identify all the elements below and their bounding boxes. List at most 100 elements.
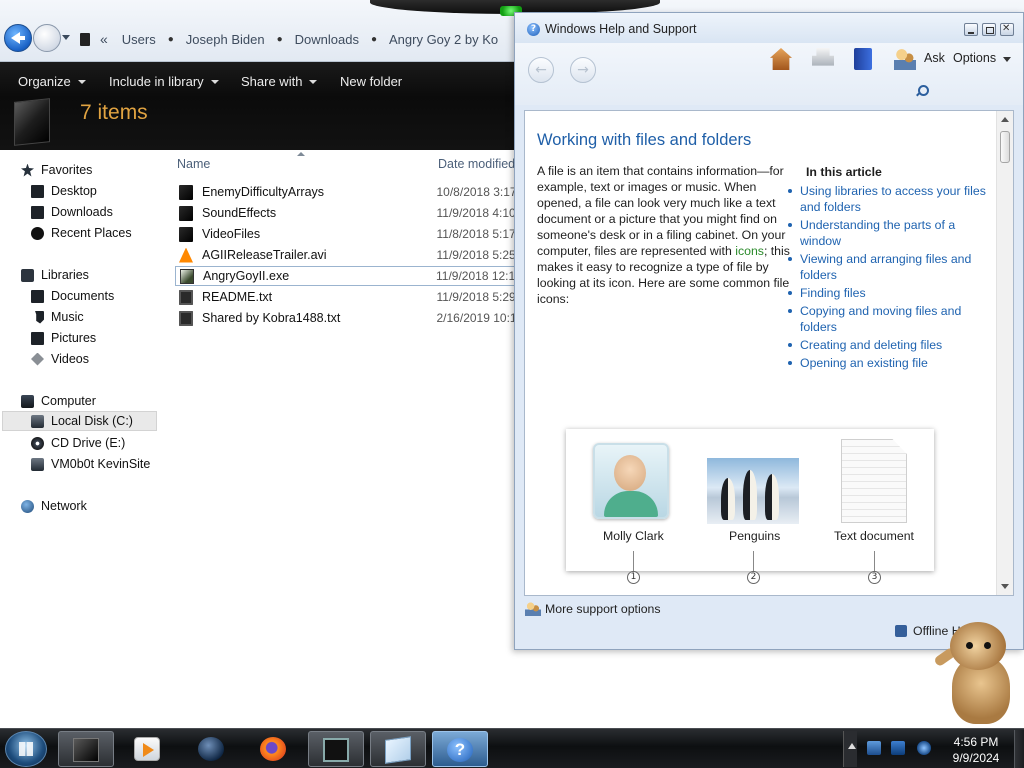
nav-videos[interactable]: Videos bbox=[31, 349, 89, 369]
taskbar-help-and-support[interactable]: ? bbox=[432, 731, 488, 767]
file-row[interactable]: EnemyDifficultyArrays 10/8/2018 3:17 bbox=[175, 182, 515, 202]
nav-network-share[interactable]: VM0b0t KevinSite bbox=[31, 454, 150, 474]
article-body: A file is an item that contains informat… bbox=[537, 163, 795, 307]
hamster-desktop-pet[interactable] bbox=[932, 618, 1022, 726]
forward-button[interactable] bbox=[33, 24, 61, 52]
chevron-down-icon bbox=[210, 79, 219, 84]
breadcrumb-users[interactable]: Users bbox=[122, 32, 156, 47]
help-titlebar[interactable]: ? Windows Help and Support bbox=[515, 13, 1023, 43]
show-desktop-button[interactable] bbox=[1014, 730, 1024, 768]
toc-link[interactable]: Opening an existing file bbox=[788, 355, 998, 371]
clock-time[interactable]: 4:56 PM bbox=[951, 735, 1001, 749]
text-file-icon bbox=[179, 310, 193, 326]
file-row[interactable]: Shared by Kobra1488.txt 2/16/2019 10:1 bbox=[175, 308, 515, 328]
article-scrollbar[interactable] bbox=[996, 111, 1013, 595]
contact-file-icon bbox=[593, 443, 669, 519]
file-row-selected[interactable]: AngryGoyII.exe 11/9/2018 12:1 bbox=[175, 266, 515, 286]
minimize-button[interactable] bbox=[964, 23, 978, 36]
callout-number: 3 bbox=[868, 571, 881, 584]
file-name: SoundEffects bbox=[202, 206, 277, 220]
nav-documents[interactable]: Documents bbox=[31, 286, 114, 306]
taskbar-browser[interactable] bbox=[184, 731, 240, 767]
help-forward-button[interactable]: → bbox=[570, 57, 596, 83]
show-hidden-icons-arrow[interactable] bbox=[848, 743, 856, 749]
column-header-date-modified[interactable]: Date modified bbox=[438, 157, 515, 171]
toc-link[interactable]: Copying and moving files and folders bbox=[788, 303, 998, 335]
taskbar-window[interactable] bbox=[308, 731, 364, 767]
toc-link[interactable]: Creating and deleting files bbox=[788, 337, 998, 353]
tray-display-icon[interactable] bbox=[891, 741, 905, 755]
breadcrumb-overflow[interactable]: « bbox=[100, 31, 108, 47]
toc-link[interactable]: Using libraries to access your files and… bbox=[788, 183, 998, 215]
media-player-icon bbox=[134, 737, 160, 761]
start-button[interactable] bbox=[5, 731, 47, 767]
file-row[interactable]: AGIIReleaseTrailer.avi 11/9/2018 5:25 bbox=[175, 245, 515, 265]
ask-icon[interactable] bbox=[894, 48, 916, 70]
callout-line bbox=[633, 551, 634, 571]
nav-network[interactable]: Network bbox=[21, 496, 87, 516]
close-button[interactable] bbox=[1000, 23, 1014, 36]
chevron-down-icon[interactable] bbox=[1003, 57, 1011, 62]
nav-desktop[interactable]: Desktop bbox=[31, 181, 97, 201]
nav-favorites[interactable]: Favorites bbox=[21, 160, 92, 180]
nav-local-disk[interactable]: Local Disk (C:) bbox=[2, 411, 157, 431]
desktop-icon bbox=[31, 184, 44, 198]
column-header-name[interactable]: Name bbox=[177, 157, 210, 171]
organize-button[interactable]: Organize bbox=[18, 74, 86, 89]
taskbar-media-player[interactable] bbox=[120, 731, 176, 767]
more-support-options-link[interactable]: More support options bbox=[525, 602, 661, 616]
nav-cd-drive[interactable]: CD Drive (E:) bbox=[31, 433, 125, 453]
search-icon[interactable] bbox=[915, 85, 929, 98]
file-row[interactable]: VideoFiles 11/8/2018 5:17 bbox=[175, 224, 515, 244]
icons-link[interactable]: icons bbox=[735, 244, 764, 258]
scrollbar-thumb[interactable] bbox=[1000, 131, 1010, 163]
taskbar-explorer[interactable] bbox=[58, 731, 114, 767]
star-icon bbox=[21, 163, 34, 177]
nav-pictures[interactable]: Pictures bbox=[31, 328, 96, 348]
include-in-library-button[interactable]: Include in library bbox=[109, 74, 219, 89]
new-folder-button[interactable]: New folder bbox=[340, 74, 402, 89]
breadcrumb[interactable]: « Users ● Joseph Biden ● Downloads ● Ang… bbox=[80, 30, 510, 48]
icon-label: Molly Clark bbox=[603, 529, 664, 543]
nav-recent-places[interactable]: Recent Places bbox=[31, 223, 132, 243]
clock-date[interactable]: 9/9/2024 bbox=[946, 751, 1006, 765]
taskbar-notes[interactable] bbox=[370, 731, 426, 767]
maximize-button[interactable] bbox=[982, 23, 996, 36]
share-with-button[interactable]: Share with bbox=[241, 74, 318, 89]
folder-icon bbox=[179, 226, 193, 242]
nav-computer[interactable]: Computer bbox=[21, 391, 96, 411]
penguins-picture-icon bbox=[707, 458, 799, 524]
taskbar-firefox[interactable] bbox=[246, 731, 302, 767]
breadcrumb-separator[interactable]: ● bbox=[371, 34, 377, 45]
nav-libraries[interactable]: Libraries bbox=[21, 265, 89, 285]
toc-link[interactable]: Viewing and arranging files and folders bbox=[788, 251, 998, 283]
in-this-article-heading: In this article bbox=[806, 165, 882, 179]
computer-icon bbox=[21, 394, 34, 408]
file-row[interactable]: SoundEffects 11/9/2018 4:10 bbox=[175, 203, 515, 223]
recent-pages-dropdown[interactable] bbox=[62, 35, 70, 40]
nav-downloads[interactable]: Downloads bbox=[31, 202, 113, 222]
callout-line bbox=[753, 551, 754, 571]
file-row[interactable]: README.txt 11/9/2018 5:29 bbox=[175, 287, 515, 307]
back-button[interactable] bbox=[4, 24, 32, 52]
breadcrumb-downloads[interactable]: Downloads bbox=[295, 32, 359, 47]
file-name: Shared by Kobra1488.txt bbox=[202, 311, 341, 325]
toc-link[interactable]: Finding files bbox=[788, 285, 998, 301]
options-button[interactable]: Options bbox=[953, 51, 996, 65]
browse-help-icon[interactable] bbox=[854, 48, 872, 70]
nav-music[interactable]: Music bbox=[31, 307, 84, 327]
ask-button[interactable]: Ask bbox=[924, 51, 945, 65]
taskbar: ? 4:56 PM 9/9/2024 bbox=[0, 728, 1024, 768]
penguin-shape bbox=[721, 478, 735, 520]
breadcrumb-separator[interactable]: ● bbox=[277, 34, 283, 45]
breadcrumb-separator[interactable]: ● bbox=[168, 34, 174, 45]
nav-label: Network bbox=[41, 499, 87, 513]
tray-volume-icon[interactable] bbox=[917, 741, 931, 755]
help-back-button[interactable]: ← bbox=[528, 57, 554, 83]
print-icon[interactable] bbox=[812, 48, 834, 66]
breadcrumb-user[interactable]: Joseph Biden bbox=[186, 32, 265, 47]
breadcrumb-current-folder[interactable]: Angry Goy 2 by Ko bbox=[389, 32, 498, 47]
tray-network-icon[interactable] bbox=[867, 741, 881, 755]
toc-link[interactable]: Understanding the parts of a window bbox=[788, 217, 998, 249]
home-icon[interactable] bbox=[770, 48, 792, 70]
